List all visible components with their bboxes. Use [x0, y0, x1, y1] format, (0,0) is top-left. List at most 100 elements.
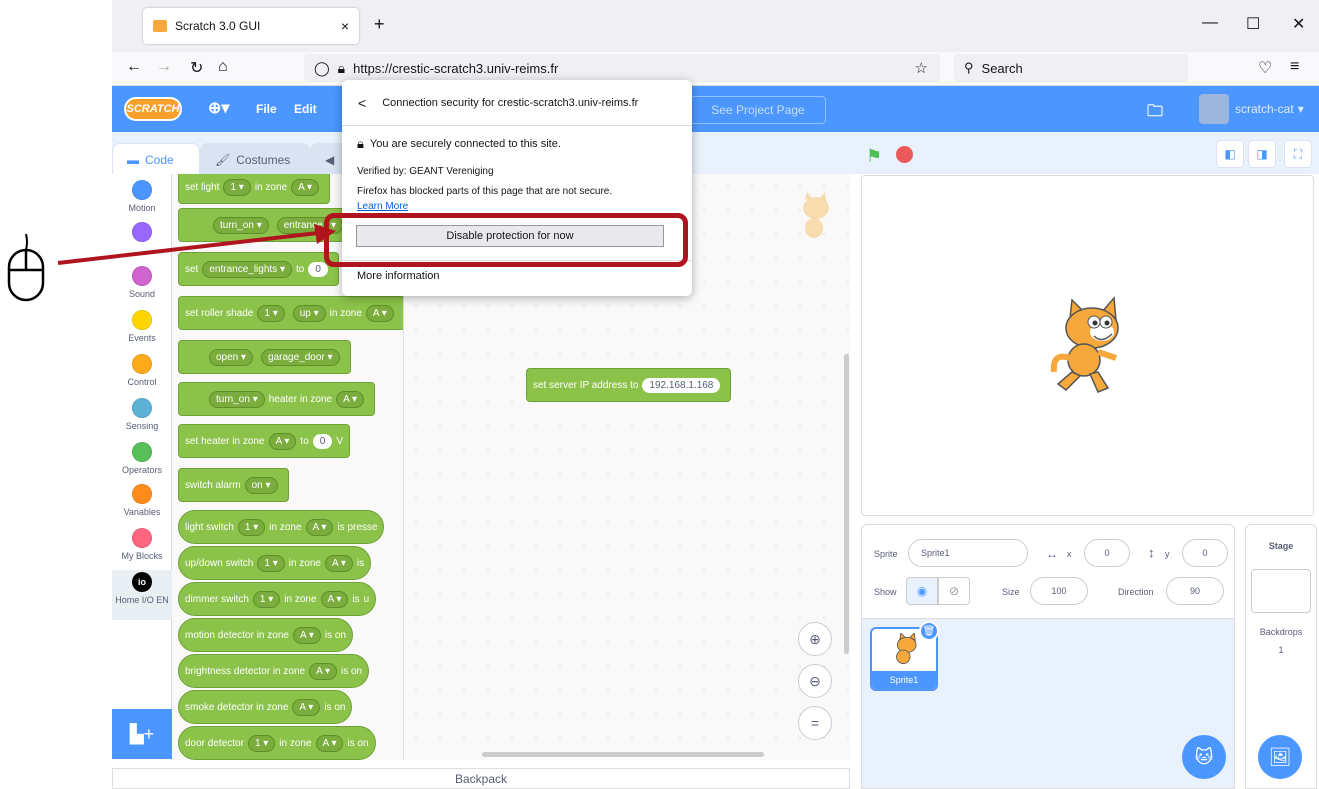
category-looks[interactable]: [112, 222, 172, 245]
sprite-pane: Sprite Sprite1 ↔ x 0 ↕ y 0 Show ◉ ⊘ Size…: [861, 524, 1235, 789]
file-menu[interactable]: File: [256, 102, 277, 116]
add-sprite-icon[interactable]: 🐱︎: [1182, 735, 1226, 779]
zoom-reset-icon[interactable]: =: [798, 706, 832, 740]
vertical-scrollbar[interactable]: [844, 354, 849, 654]
set-server-ip-block[interactable]: set server IP address to 192.168.1.168: [526, 368, 732, 402]
palette-block[interactable]: dimmer switch 1 ▾ in zone A ▾ is u: [178, 582, 377, 616]
add-backdrop-icon[interactable]: 🖼︎: [1258, 735, 1302, 779]
url-bar[interactable]: ◯ 🔒︎ https://crestic-scratch3.univ-reims…: [304, 54, 940, 82]
direction-field[interactable]: 90: [1166, 577, 1224, 605]
show-hidden-icon[interactable]: ⊘: [938, 577, 970, 605]
hamburger-menu-icon[interactable]: ≡: [1290, 58, 1299, 76]
palette-block[interactable]: set light 1 ▾ in zone A ▾: [178, 174, 330, 204]
add-extension-icon[interactable]: ▙+: [112, 709, 172, 759]
small-stage-icon[interactable]: ◧: [1216, 140, 1244, 168]
scratch-cat-sprite: [1050, 296, 1119, 393]
stage-canvas[interactable]: [861, 175, 1314, 516]
category-variables[interactable]: Variables: [112, 484, 172, 517]
maximize-icon[interactable]: ☐: [1246, 14, 1260, 34]
palette-block[interactable]: up/down switch 1 ▾ in zone A ▾ is: [178, 546, 372, 580]
see-project-page-button[interactable]: See Project Page: [690, 96, 826, 124]
category-events[interactable]: Events: [112, 310, 172, 343]
back-arrow-icon[interactable]: <: [358, 95, 366, 111]
show-visible-icon[interactable]: ◉: [906, 577, 938, 605]
fullscreen-icon[interactable]: ⛶: [1284, 140, 1312, 168]
palette-block[interactable]: smoke detector in zone A ▾ is on: [178, 690, 353, 724]
category-dot: [132, 442, 152, 462]
ip-value[interactable]: 192.168.1.168: [642, 377, 721, 393]
palette-block[interactable]: motion detector in zone A ▾ is on: [178, 618, 353, 652]
lock-icon[interactable]: 🔒︎: [338, 60, 345, 77]
tab-costumes[interactable]: 🖌︎ Costumes: [200, 143, 310, 175]
category-control[interactable]: Control: [112, 354, 172, 387]
x-arrow-icon: ↔: [1046, 547, 1058, 561]
backdrop-thumbnail[interactable]: [1251, 569, 1311, 613]
category-home-io[interactable]: io Home I/O EN: [112, 570, 172, 620]
learn-more-link[interactable]: Learn More: [357, 201, 408, 212]
category-dot: [132, 354, 152, 374]
category-sound[interactable]: Sound: [112, 266, 172, 299]
new-tab-icon[interactable]: +: [374, 14, 385, 35]
browser-tab[interactable]: Scratch 3.0 GUI ×: [143, 8, 359, 44]
tab-code[interactable]: ▬ Code: [112, 143, 200, 175]
zoom-in-icon[interactable]: ⊕: [798, 622, 832, 656]
y-arrow-icon: ↕: [1148, 545, 1155, 560]
mouse-icon: [7, 233, 45, 302]
category-operators[interactable]: Operators: [112, 442, 172, 475]
code-icon: ▬: [127, 152, 139, 167]
palette-block[interactable]: light switch 1 ▾ in zone A ▾ is presse: [178, 510, 385, 544]
palette-block[interactable]: switch alarm on ▾: [178, 468, 289, 502]
stop-icon[interactable]: [896, 146, 913, 163]
edit-menu[interactable]: Edit: [294, 102, 317, 116]
reload-icon[interactable]: ↻: [190, 58, 203, 78]
user-menu[interactable]: scratch-cat ▾: [1199, 94, 1304, 124]
category-motion[interactable]: Motion: [112, 180, 172, 213]
sprite-cat-icon: [896, 633, 917, 665]
x-field[interactable]: 0: [1084, 539, 1130, 567]
tab-costumes-label: Costumes: [236, 152, 291, 167]
highlight-box: [324, 213, 688, 267]
search-input[interactable]: ⚲ Search: [954, 54, 1188, 82]
close-tab-icon[interactable]: ×: [341, 18, 349, 34]
brush-icon: 🖌︎: [215, 152, 231, 167]
delete-sprite-icon[interactable]: 🗑︎: [919, 621, 939, 641]
bookmark-star-icon[interactable]: ☆: [915, 59, 928, 77]
back-icon[interactable]: ←: [126, 58, 142, 76]
username: scratch-cat: [1235, 102, 1294, 116]
forward-icon[interactable]: →: [156, 58, 172, 76]
scratch-logo[interactable]: SCRATCH: [124, 97, 182, 121]
palette-block[interactable]: brightness detector in zone A ▾ is on: [178, 654, 370, 688]
palette-block[interactable]: set roller shade 1 ▾ up ▾ in zone A ▾: [178, 296, 403, 330]
stage-selector[interactable]: Stage Backdrops 1 🖼︎: [1245, 524, 1317, 789]
pocket-icon[interactable]: ♡: [1258, 58, 1272, 78]
folder-icon[interactable]: 🗀: [1147, 100, 1163, 127]
secure-text: You are securely connected to this site.: [369, 138, 561, 150]
direction-label: Direction: [1118, 587, 1154, 597]
zoom-out-icon[interactable]: ⊖: [798, 664, 832, 698]
shield-icon[interactable]: ◯: [314, 60, 330, 77]
close-window-icon[interactable]: ✕: [1292, 14, 1305, 34]
palette-block[interactable]: door detector 1 ▾ in zone A ▾ is on: [178, 726, 376, 760]
category-sensing[interactable]: Sensing: [112, 398, 172, 431]
category-my-blocks[interactable]: My Blocks: [112, 528, 172, 561]
palette-block[interactable]: open ▾ garage_door ▾: [178, 340, 351, 374]
y-field[interactable]: 0: [1182, 539, 1228, 567]
see-project-page-label: See Project Page: [711, 103, 805, 117]
large-stage-icon[interactable]: ◨: [1248, 140, 1276, 168]
language-globe-icon[interactable]: ⊕▾: [208, 98, 229, 118]
home-icon[interactable]: ⌂: [218, 58, 228, 76]
secure-row: 🔒︎ You are securely connected to this si…: [357, 136, 561, 152]
green-flag-icon[interactable]: ⚑: [866, 146, 882, 167]
size-field[interactable]: 100: [1030, 577, 1088, 605]
minimize-icon[interactable]: —: [1202, 14, 1218, 32]
popup-header: < Connection security for crestic-scratc…: [342, 80, 692, 126]
horizontal-scrollbar[interactable]: [482, 752, 764, 757]
sprite-name-field[interactable]: Sprite1: [908, 539, 1028, 567]
palette-block[interactable]: set entrance_lights ▾ to 0: [178, 252, 339, 286]
backpack[interactable]: Backpack: [112, 768, 850, 789]
browser-window: Scratch 3.0 GUI × + — ☐ ✕ ← → ↻ ⌂ ◯ 🔒︎ h…: [112, 0, 1319, 789]
palette-block[interactable]: set heater in zone A ▾ to 0 V: [178, 424, 350, 458]
more-information-link[interactable]: More information: [357, 270, 440, 282]
palette-block[interactable]: turn_on ▾ heater in zone A ▾: [178, 382, 376, 416]
speaker-icon: ◀︎: [325, 152, 335, 167]
